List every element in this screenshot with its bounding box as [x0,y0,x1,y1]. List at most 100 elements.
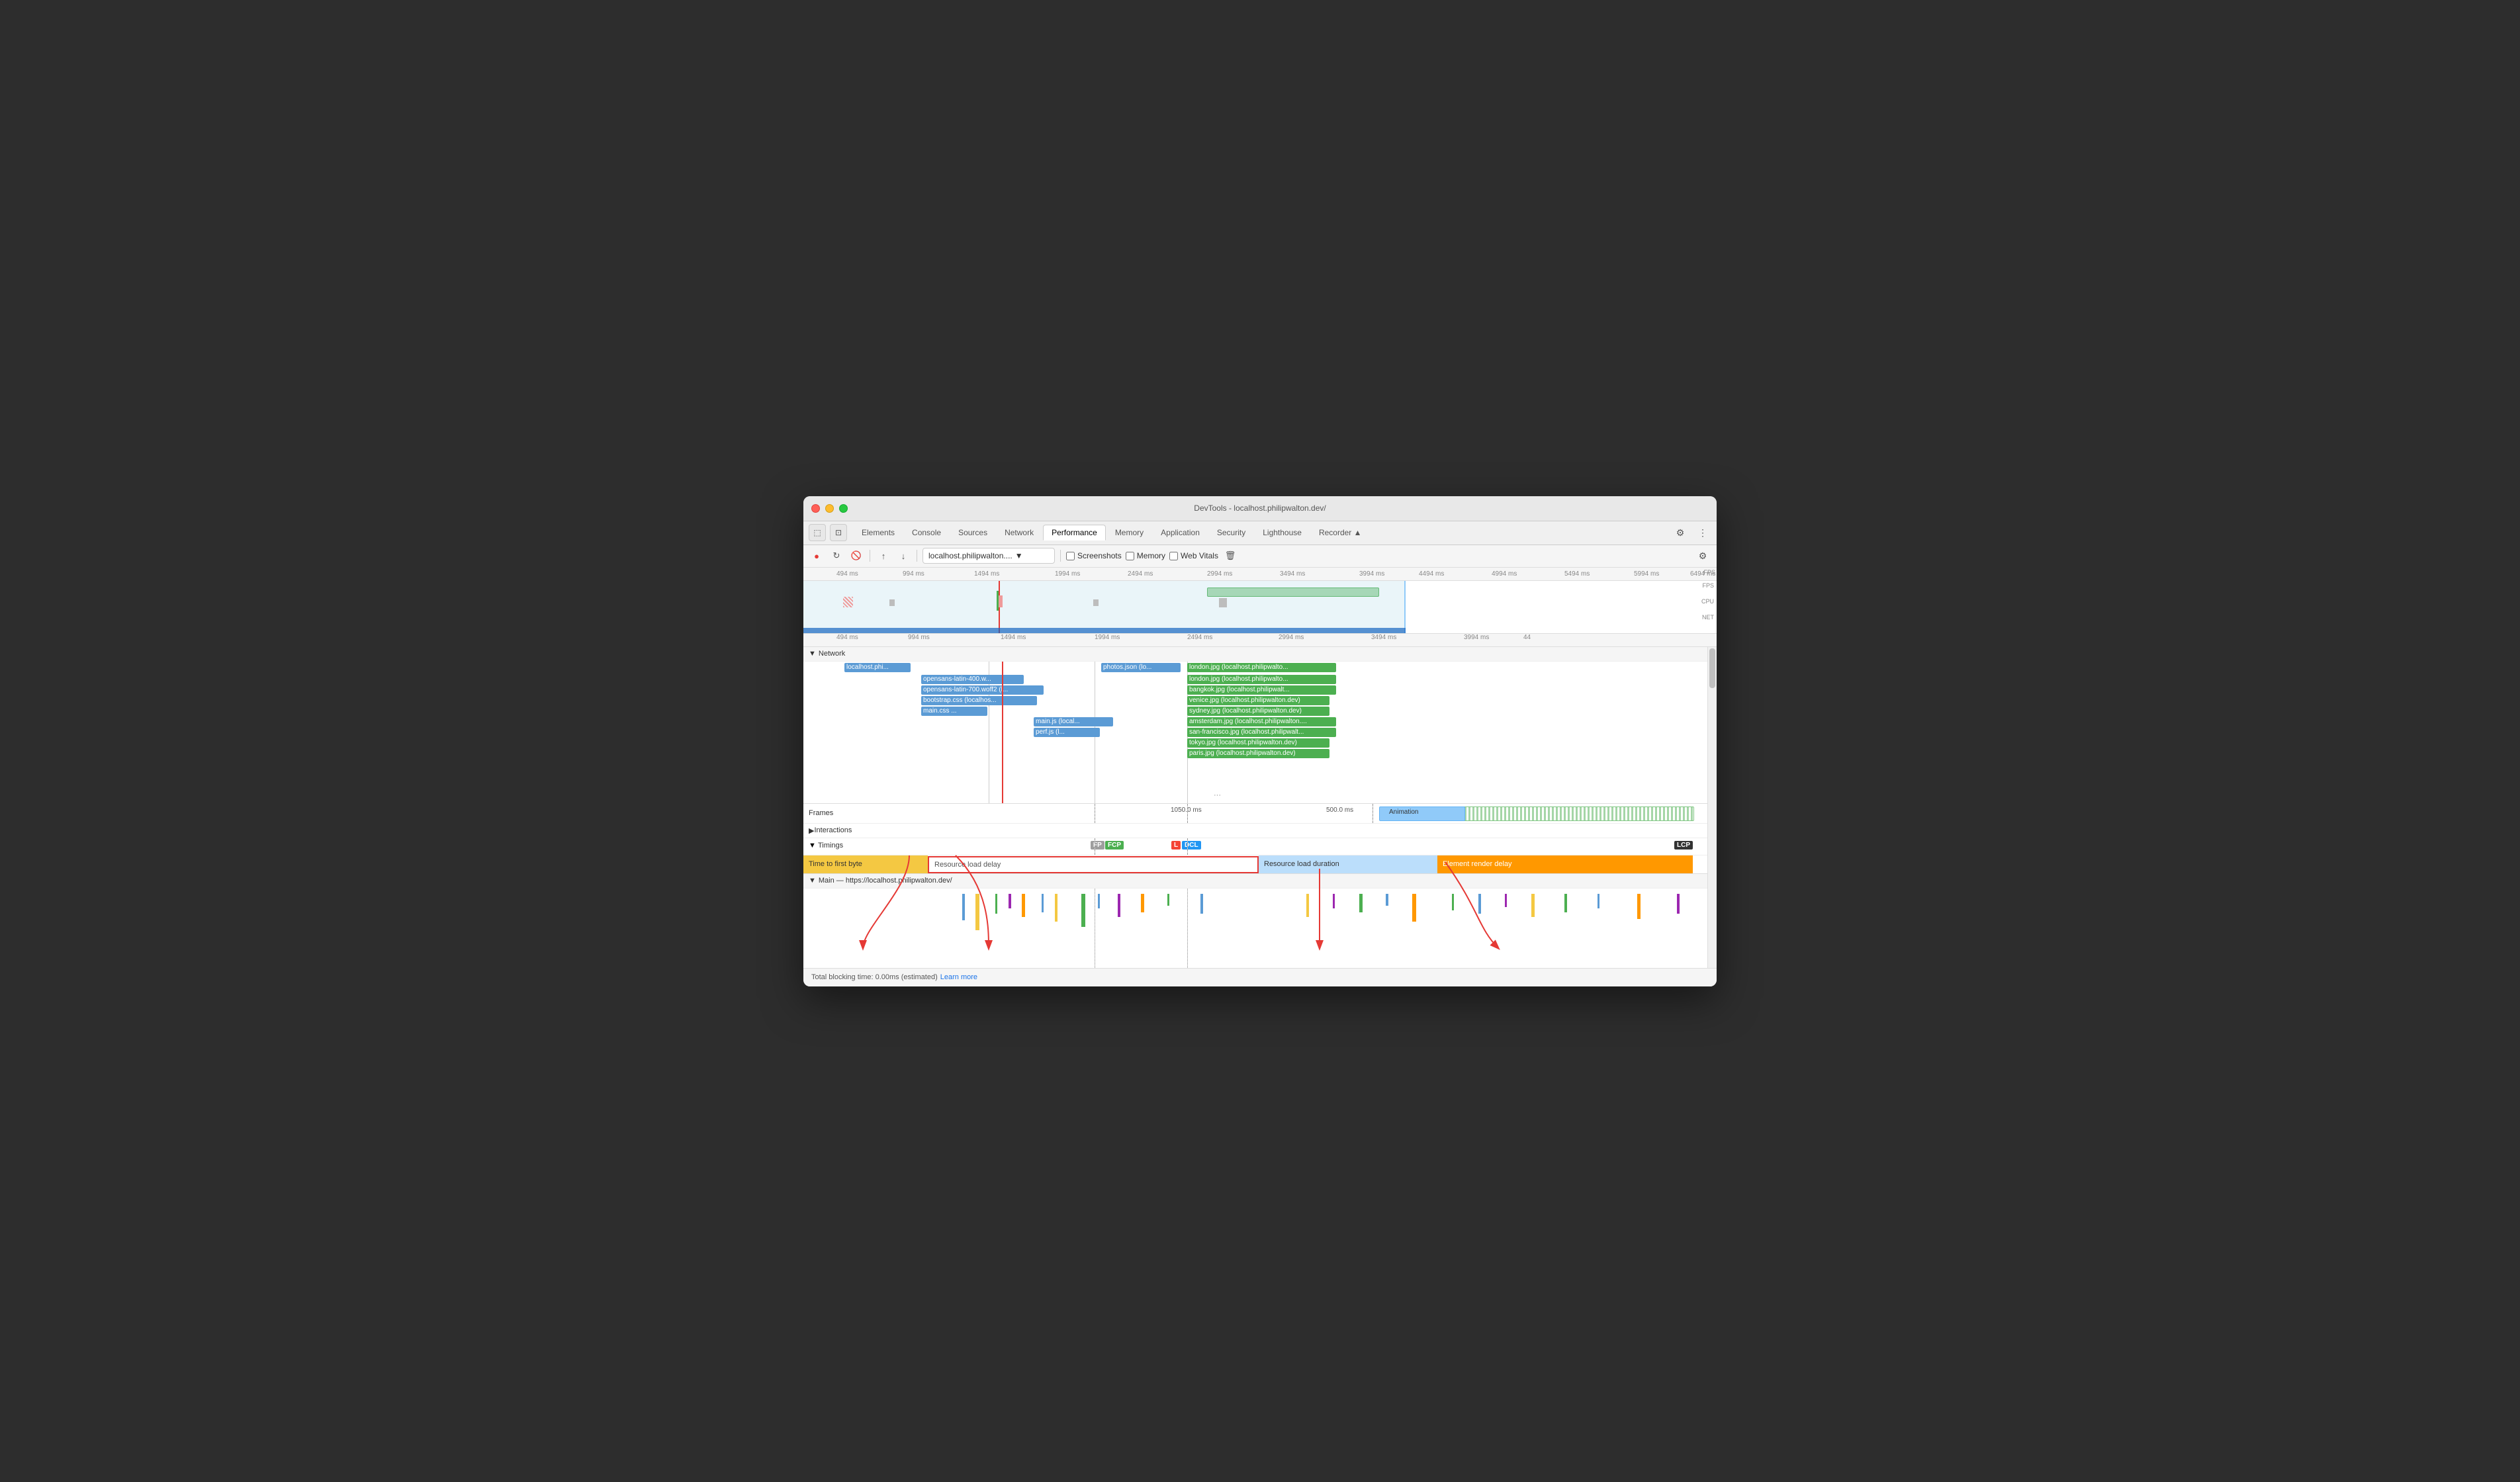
record-button[interactable]: ● [809,548,825,564]
tab-memory[interactable]: Memory [1107,525,1151,540]
mt-bar-18 [1412,894,1416,922]
trash-icon[interactable]: 🗑 [1222,548,1238,564]
tabbar-right: ⚙ ⋮ [1672,524,1711,541]
tab-elements[interactable]: Elements [854,525,903,540]
net-item-14[interactable]: san-francisco.jpg (localhost.philipwalt.… [1187,728,1336,737]
ellipsis: ··· [1214,791,1221,799]
upload-button[interactable]: ↑ [876,548,891,564]
download-button[interactable]: ↓ [895,548,911,564]
mt-bar-22 [1531,894,1535,917]
main-thread-area [803,889,1707,968]
net-item-8[interactable]: london.jpg (localhost.philipwalto... [1187,663,1336,672]
tab-recorder[interactable]: Recorder ▲ [1311,525,1370,540]
screenshots-checkbox[interactable] [1066,552,1075,560]
mt-bar-4 [1009,894,1011,908]
net-item-11[interactable]: venice.jpg (localhost.philipwalton.dev) [1187,696,1329,705]
tab-bar: ⬚ ⊡ Elements Console Sources Network Per… [803,521,1717,545]
tab-performance[interactable]: Performance [1043,525,1106,541]
mt-bar-14 [1306,894,1309,917]
net-item-0[interactable]: localhost.phi... [844,663,911,672]
net-item-15[interactable]: tokyo.jpg (localhost.philipwalton.dev) [1187,738,1329,748]
network-toggle[interactable]: ▼ [809,650,816,658]
inspect-icon[interactable]: ⬚ [809,524,826,541]
screenshots-checkbox-group[interactable]: Screenshots [1066,551,1122,560]
web-vitals-checkbox[interactable] [1169,552,1178,560]
url-dropdown[interactable]: localhost.philipwalton.... ▼ [922,548,1055,564]
erd-label: Element render delay [1443,860,1512,868]
lcp-badge: LCP [1674,841,1693,850]
ruler-label-2494: 2494 ms [1128,570,1153,578]
devtools-window: DevTools - localhost.philipwalton.dev/ ⬚… [803,496,1717,986]
ruler-label-1494: 1494 ms [974,570,999,578]
ttfb-bar: Time to first byte [803,855,928,873]
mt-bar-20 [1478,894,1481,914]
frames-vline-2 [1187,804,1188,823]
mt-bar-16 [1359,894,1363,912]
tab-application[interactable]: Application [1153,525,1208,540]
cpu-bar-5 [1219,598,1227,607]
net-item-13[interactable]: amsterdam.jpg (localhost.philipwalton...… [1187,717,1336,726]
main-thread-toggle[interactable]: ▼ [809,877,816,885]
net-item-10[interactable]: bangkok.jpg (localhost.philipwalt... [1187,685,1336,695]
web-vitals-checkbox-group[interactable]: Web Vitals [1169,551,1218,560]
second-ruler: 494 ms 994 ms 1494 ms 1994 ms 2494 ms 29… [803,634,1717,647]
net-item-16[interactable]: paris.jpg (localhost.philipwalton.dev) [1187,749,1329,758]
ruler-label-3494: 3494 ms [1280,570,1305,578]
main-thread-header: ▼ Main — https://localhost.philipwalton.… [803,874,1707,889]
overview-panel[interactable]: FPS CPU NET [803,581,1717,634]
timings-section: ▼ Timings FP FCP L DCL LCP [803,838,1707,855]
reload-button[interactable]: ↻ [829,548,844,564]
ruler-label-494: 494 ms [836,570,858,578]
device-icon[interactable]: ⊡ [830,524,847,541]
minimize-button[interactable] [825,504,834,513]
cpu-bar-2 [889,599,895,606]
learn-more-link[interactable]: Learn more [940,973,977,981]
mt-bar-6 [1042,894,1044,912]
interactions-label: Interactions [814,826,852,834]
ruler-label-3994: 3994 ms [1359,570,1384,578]
separator-3 [1060,550,1061,562]
fcp-badge: FCP [1105,841,1124,850]
interactions-section: ▶ Interactions [803,824,1707,838]
net-item-4[interactable]: main.css ... [921,707,987,716]
tab-network[interactable]: Network [997,525,1042,540]
ms-label-2: 500.0 ms [1326,806,1353,814]
performance-toolbar: ● ↻ 🚫 ↑ ↓ localhost.philipwalton.... ▼ S… [803,545,1717,568]
tab-sources[interactable]: Sources [950,525,995,540]
scrollbar-thumb[interactable] [1709,648,1715,688]
net-item-6[interactable]: perf.js (l... [1034,728,1100,737]
panel-area: ▼ Network localhost.phi... opensans-lati… [803,647,1707,968]
settings-icon[interactable]: ⚙ [1672,524,1689,541]
net-item-7[interactable]: photos.json (lo... [1101,663,1181,672]
tab-lighthouse[interactable]: Lighthouse [1255,525,1310,540]
scrollbar-track[interactable] [1707,647,1717,968]
mt-bar-11 [1141,894,1144,912]
net-item-9[interactable]: london.jpg (localhost.philipwalto... [1187,675,1336,684]
more-icon[interactable]: ⋮ [1694,524,1711,541]
settings-icon-2[interactable]: ⚙ [1694,547,1711,564]
interactions-toggle[interactable]: ▶ [809,826,814,835]
mt-bar-13 [1200,894,1203,914]
maximize-button[interactable] [839,504,848,513]
clear-button[interactable]: 🚫 [848,548,864,564]
tab-security[interactable]: Security [1209,525,1253,540]
mt-bar-1 [962,894,965,920]
mt-bar-2 [975,894,979,930]
net-item-3[interactable]: bootstrap.css (localhos... [921,696,1037,705]
net-item-2[interactable]: opensans-latin-700.woff2 (l... [921,685,1044,695]
status-bar: Total blocking time: 0.00ms (estimated) … [803,968,1717,986]
net-item-1[interactable]: opensans-latin-400.w... [921,675,1024,684]
close-button[interactable] [811,504,820,513]
memory-label: Memory [1137,551,1165,560]
mt-bar-7 [1055,894,1058,922]
timings-toggle[interactable]: ▼ [809,842,816,850]
memory-checkbox[interactable] [1126,552,1134,560]
network-label: Network [819,650,845,658]
net-item-12[interactable]: sydney.jpg (localhost.philipwalton.dev) [1187,707,1329,716]
net-item-5[interactable]: main.js (local... [1034,717,1113,726]
main-thread-label: Main — https://localhost.philipwalton.de… [819,877,952,885]
memory-checkbox-group[interactable]: Memory [1126,551,1165,560]
tab-console[interactable]: Console [904,525,949,540]
r2-1494: 1494 ms [1001,634,1026,641]
network-items-area: localhost.phi... opensans-latin-400.w...… [803,662,1707,804]
